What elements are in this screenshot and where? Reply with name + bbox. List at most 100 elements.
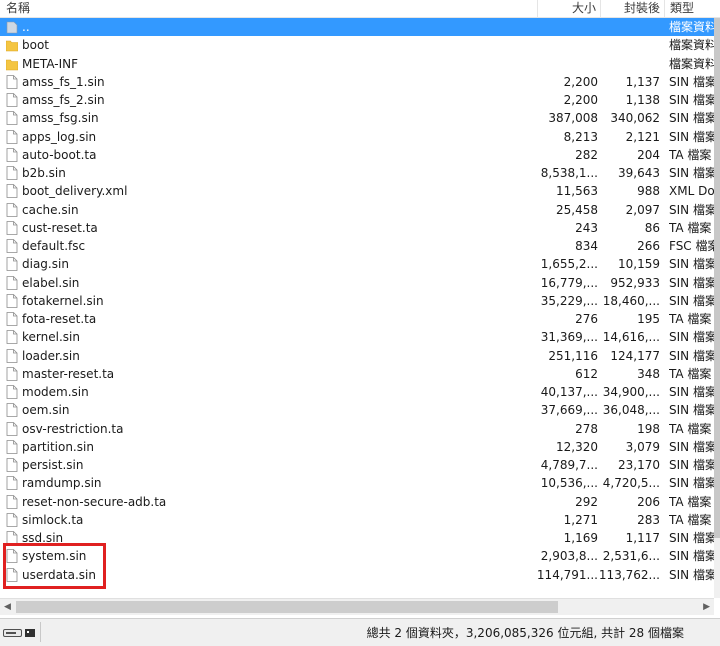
file-row[interactable]: system.sin 2,903,8... 2,531,6... SIN 檔案 <box>0 547 714 565</box>
file-row-selected[interactable]: .. 檔案資料夾 <box>0 18 714 36</box>
vertical-scrollbar-thumb[interactable] <box>714 18 720 538</box>
file-type: SIN 檔案 <box>669 348 714 363</box>
file-packed-size: 23,170 <box>618 458 660 472</box>
file-row[interactable]: amss_fs_2.sin 2,200 1,138 SIN 檔案 <box>0 91 714 109</box>
file-row[interactable]: boot 檔案資料夾 <box>0 36 714 54</box>
horizontal-scrollbar-thumb[interactable] <box>16 601 558 613</box>
file-packed-size: 266 <box>637 239 660 253</box>
file-icon <box>6 403 18 418</box>
file-type: TA 檔案 <box>669 220 712 235</box>
file-row[interactable]: partition.sin 12,320 3,079 SIN 檔案 <box>0 438 714 456</box>
file-icon <box>6 385 18 399</box>
file-row[interactable]: elabel.sin 16,779,... 952,933 SIN 檔案 <box>0 274 714 292</box>
file-name: amss_fs_2.sin <box>22 93 105 107</box>
file-packed-size: 1,137 <box>625 74 660 89</box>
file-row[interactable]: auto-boot.ta 282 204 TA 檔案 <box>0 146 714 164</box>
file-name: b2b.sin <box>22 166 66 180</box>
file-row[interactable]: osv-restriction.ta 278 198 TA 檔案 <box>0 420 714 438</box>
file-name: osv-restriction.ta <box>22 421 124 436</box>
scroll-right-arrow-icon[interactable]: ▶ <box>703 599 710 615</box>
parent-folder-icon <box>6 20 18 34</box>
column-packed-header[interactable]: 封裝後 <box>624 0 660 18</box>
file-row[interactable]: oem.sin 37,669,... 36,048,... SIN 檔案 <box>0 401 714 419</box>
file-row[interactable]: fota-reset.ta 276 195 TA 檔案 <box>0 310 714 328</box>
file-row[interactable]: amss_fsg.sin 387,008 340,062 SIN 檔案 <box>0 109 714 127</box>
file-type: SIN 檔案 <box>669 129 714 144</box>
file-name: cache.sin <box>22 202 79 217</box>
file-name: .. <box>22 20 30 34</box>
file-packed-size: 204 <box>637 147 660 162</box>
file-packed-size: 124,177 <box>610 348 660 363</box>
column-divider[interactable] <box>664 0 665 18</box>
file-name: oem.sin <box>22 403 70 418</box>
scroll-left-arrow-icon[interactable]: ◀ <box>4 599 11 615</box>
vertical-scrollbar[interactable] <box>714 18 720 598</box>
file-row[interactable]: userdata.sin 114,791... 113,762... SIN 檔案 <box>0 566 714 584</box>
column-divider[interactable] <box>600 0 601 18</box>
file-name: apps_log.sin <box>22 129 97 144</box>
file-icon <box>6 239 18 253</box>
file-type: SIN 檔案 <box>669 439 714 454</box>
file-name: default.fsc <box>22 239 86 253</box>
column-name-header[interactable]: 名稱 <box>6 0 30 18</box>
file-row[interactable]: modem.sin 40,137,... 34,900,... SIN 檔案 <box>0 383 714 401</box>
file-icon <box>6 312 18 326</box>
file-list[interactable]: .. 檔案資料夾 boot 檔案資料夾 META-INF 檔案資料夾 amss_fs_1.s… <box>0 18 714 598</box>
file-row[interactable]: loader.sin 251,116 124,177 SIN 檔案 <box>0 347 714 365</box>
file-icon <box>6 512 18 527</box>
file-row[interactable]: ramdump.sin 10,536,... 4,720,5... SIN 檔案 <box>0 474 714 492</box>
file-type: SIN 檔案 <box>669 385 714 399</box>
file-packed-size: 206 <box>637 494 660 509</box>
file-icon <box>6 257 18 272</box>
file-name: reset-non-secure-adb.ta <box>22 494 167 509</box>
horizontal-scrollbar[interactable]: ◀ ▶ <box>0 598 714 615</box>
file-row[interactable]: META-INF 檔案資料夾 <box>0 55 714 73</box>
file-icon <box>6 129 18 144</box>
file-row[interactable]: fotakernel.sin 35,229,... 18,460,... SIN 檔案 <box>0 292 714 310</box>
file-packed-size: 14,616,... <box>602 330 660 345</box>
file-type: SIN 檔案 <box>669 567 714 582</box>
file-name: elabel.sin <box>22 275 80 290</box>
file-row[interactable]: b2b.sin 8,538,1... 39,643 SIN 檔案 <box>0 164 714 182</box>
file-name: boot_delivery.xml <box>22 184 128 199</box>
file-icon <box>6 275 18 290</box>
folder-icon <box>5 57 19 71</box>
file-icon <box>6 202 18 217</box>
file-type: SIN 檔案 <box>669 202 714 217</box>
column-size-header[interactable]: 大小 <box>572 0 596 18</box>
file-type: 檔案資料夾 <box>669 56 714 71</box>
file-packed-size: 2,531,6... <box>602 549 660 564</box>
file-packed-size: 86 <box>644 220 660 235</box>
file-row[interactable]: cust-reset.ta 243 86 TA 檔案 <box>0 219 714 237</box>
file-name: fotakernel.sin <box>22 293 104 308</box>
file-packed-size: 952,933 <box>610 275 660 290</box>
file-row[interactable]: simlock.ta 1,271 283 TA 檔案 <box>0 511 714 529</box>
file-row[interactable]: amss_fs_1.sin 2,200 1,137 SIN 檔案 <box>0 73 714 91</box>
file-row[interactable]: cache.sin 25,458 2,097 SIN 檔案 <box>0 201 714 219</box>
file-type: SIN 檔案 <box>669 93 714 107</box>
file-type: TA 檔案 <box>669 312 712 326</box>
file-row[interactable]: diag.sin 1,655,2... 10,159 SIN 檔案 <box>0 255 714 273</box>
column-type-header[interactable]: 類型 <box>670 0 694 18</box>
file-packed-size: 988 <box>637 184 660 199</box>
file-icon <box>6 93 18 107</box>
file-row[interactable]: ssd.sin 1,169 1,117 SIN 檔案 <box>0 529 714 547</box>
file-type: SIN 檔案 <box>669 275 714 290</box>
file-row[interactable]: master-reset.ta 612 348 TA 檔案 <box>0 365 714 383</box>
file-type: TA 檔案 <box>669 366 712 381</box>
file-row[interactable]: boot_delivery.xml 11,563 988 XML Do <box>0 182 714 200</box>
sort-ascending-icon: ^ <box>264 0 273 7</box>
file-type: SIN 檔案 <box>669 293 714 308</box>
file-name: boot <box>22 38 50 53</box>
file-type: FSC 檔案 <box>669 239 714 253</box>
file-name: diag.sin <box>22 257 69 272</box>
file-row[interactable]: default.fsc 834 266 FSC 檔案 <box>0 237 714 255</box>
column-divider[interactable] <box>537 0 538 18</box>
file-name: auto-boot.ta <box>22 147 97 162</box>
file-row[interactable]: reset-non-secure-adb.ta 292 206 TA 檔案 <box>0 493 714 511</box>
file-row[interactable]: persist.sin 4,789,7... 23,170 SIN 檔案 <box>0 456 714 474</box>
file-row[interactable]: apps_log.sin 8,213 2,121 SIN 檔案 <box>0 128 714 146</box>
file-packed-size: 2,097 <box>625 202 660 217</box>
file-row[interactable]: kernel.sin 31,369,... 14,616,... SIN 檔案 <box>0 328 714 346</box>
file-packed-size: 1,138 <box>625 93 660 107</box>
